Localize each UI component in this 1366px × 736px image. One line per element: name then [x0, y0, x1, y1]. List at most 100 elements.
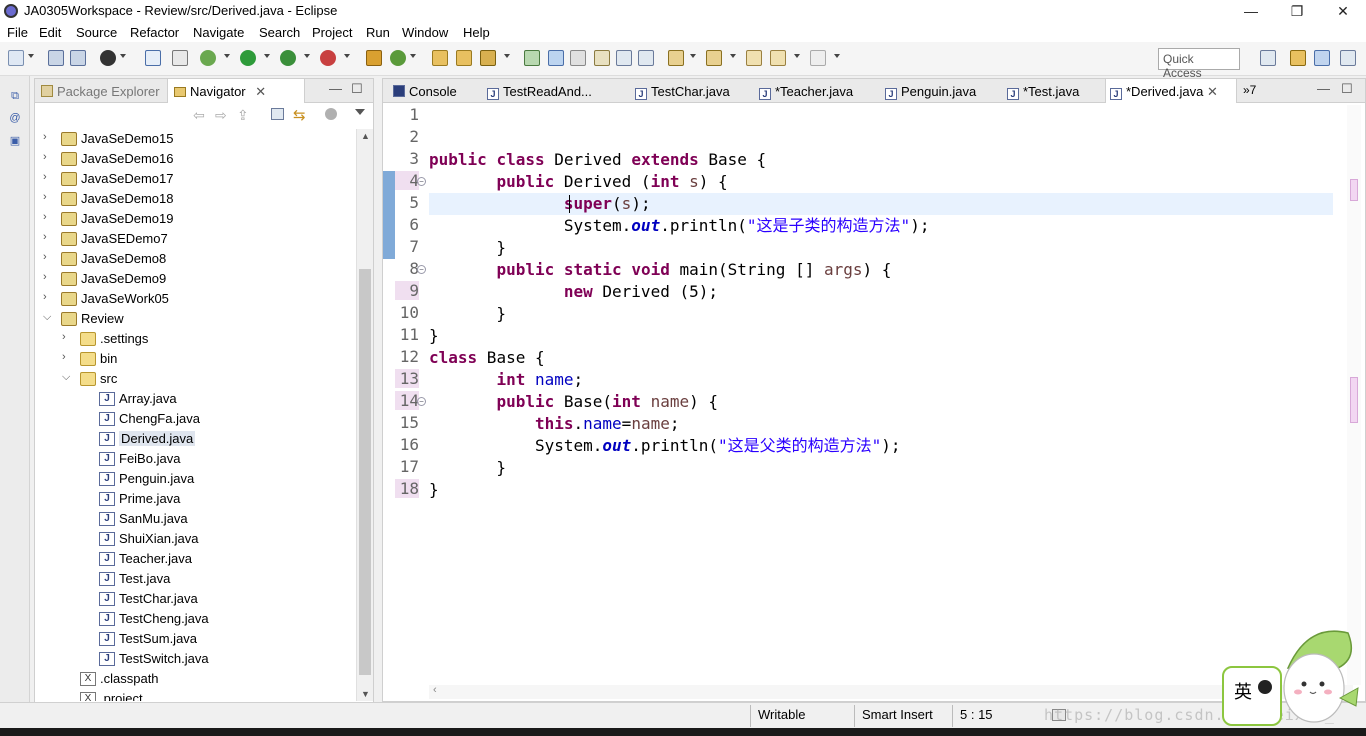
user-icon[interactable] [100, 50, 116, 66]
code-line[interactable]: } [429, 325, 439, 347]
tab-overflow-button[interactable]: »7 [1243, 83, 1256, 97]
java-ee-perspective-icon[interactable] [1290, 50, 1306, 66]
code-line[interactable]: } [429, 479, 439, 501]
code-line[interactable]: new Derived (5); [429, 281, 718, 303]
new-class-icon[interactable] [390, 50, 406, 66]
chevron-right-icon[interactable]: › [43, 151, 47, 163]
menu-source[interactable]: Source [76, 25, 117, 40]
minimize-view-icon[interactable]: — [329, 81, 342, 96]
chevron-down-icon[interactable] [834, 54, 840, 58]
menu-search[interactable]: Search [259, 25, 300, 40]
terminal-icon[interactable] [145, 50, 161, 66]
tab-package-explorer[interactable]: Package Explorer [41, 79, 160, 103]
ime-indicator[interactable]: 英 [1222, 666, 1282, 726]
menu-help[interactable]: Help [463, 25, 490, 40]
code-line[interactable]: System.out.println("这是子类的构造方法"); [429, 215, 930, 237]
occurrence-marker[interactable] [1350, 179, 1358, 201]
menu-file[interactable]: File [7, 25, 28, 40]
chevron-right-icon[interactable]: › [43, 231, 47, 243]
code-line[interactable]: this.name=name; [429, 413, 680, 435]
link-with-editor-icon[interactable]: ⇆ [293, 106, 306, 124]
save-all-icon[interactable] [70, 50, 86, 66]
mark-occurrences-icon[interactable] [548, 50, 564, 66]
next-annotation-icon[interactable] [668, 50, 684, 66]
code-line[interactable]: int name; [429, 369, 583, 391]
close-icon[interactable]: ✕ [1203, 84, 1218, 99]
fold-toggle-icon[interactable]: − [417, 265, 426, 274]
open-perspective-icon[interactable] [1260, 50, 1276, 66]
open-folder-icon[interactable] [456, 50, 472, 66]
editor-tab[interactable]: J Penguin.java [881, 79, 1001, 103]
up-folder-icon[interactable]: ⇪ [237, 107, 249, 124]
chevron-right-icon[interactable]: › [43, 191, 47, 203]
open-type-icon[interactable] [432, 50, 448, 66]
chevron-down-icon[interactable] [28, 54, 34, 58]
maximize-view-icon[interactable]: ☐ [1341, 81, 1353, 97]
javadoc-icon[interactable]: @ [8, 112, 22, 126]
chevron-down-icon[interactable]: ⌵ [62, 371, 70, 384]
chevron-down-icon[interactable] [120, 54, 126, 58]
chevron-right-icon[interactable]: › [62, 331, 66, 343]
menu-window[interactable]: Window [402, 25, 448, 40]
back-icon[interactable] [770, 50, 786, 66]
chevron-down-icon[interactable] [730, 54, 736, 58]
chevron-right-icon[interactable]: › [62, 351, 66, 363]
view-menu-icon[interactable] [355, 109, 365, 115]
back-arrow-icon[interactable]: ⇦ [193, 107, 205, 124]
code-line[interactable]: public class Derived extends Base { [429, 149, 766, 171]
overview-ruler[interactable] [1347, 105, 1361, 685]
editor-tab[interactable]: Console [389, 79, 481, 103]
code-area[interactable]: public class Derived extends Base { publ… [429, 105, 1333, 685]
code-line[interactable]: public static void main(String [] args) … [429, 259, 891, 281]
code-line[interactable]: System.out.println("这是父类的构造方法"); [429, 435, 901, 457]
forward-icon[interactable] [810, 50, 826, 66]
new-java-project-icon[interactable] [366, 50, 382, 66]
editor-tab[interactable]: J *Test.java [1003, 79, 1103, 103]
minimize-view-icon[interactable]: — [1317, 81, 1330, 96]
chevron-right-icon[interactable]: › [43, 271, 47, 283]
editor-tab[interactable]: J TestChar.java [631, 79, 753, 103]
restore-button[interactable]: ❐ [1274, 0, 1320, 22]
code-line[interactable]: public Base(int name) { [429, 391, 718, 413]
save-icon[interactable] [48, 50, 64, 66]
annotation-icon[interactable] [524, 50, 540, 66]
java-perspective-icon[interactable] [1314, 50, 1330, 66]
chevron-down-icon[interactable] [690, 54, 696, 58]
code-line[interactable]: public Derived (int s) { [429, 171, 727, 193]
debug-icon[interactable] [200, 50, 216, 66]
code-line[interactable]: super(s); [429, 193, 651, 215]
editor-tab[interactable]: J TestReadAnd... [483, 79, 629, 103]
run-icon[interactable] [240, 50, 256, 66]
chevron-down-icon[interactable]: ⌵ [43, 311, 51, 324]
chevron-down-icon[interactable] [264, 54, 270, 58]
navigator-scrollbar[interactable]: ▲ ▼ [356, 129, 373, 701]
chevron-right-icon[interactable]: › [43, 291, 47, 303]
chevron-down-icon[interactable] [224, 54, 230, 58]
chevron-down-icon[interactable] [304, 54, 310, 58]
fold-toggle-icon[interactable]: − [417, 397, 426, 406]
restore-view-icon[interactable]: ⧉ [8, 90, 22, 104]
search-icon[interactable] [480, 50, 496, 66]
filter-icon[interactable] [325, 108, 337, 120]
minimize-button[interactable]: — [1228, 0, 1274, 22]
menu-edit[interactable]: Edit [39, 25, 61, 40]
chevron-down-icon[interactable] [794, 54, 800, 58]
scrollbar-thumb[interactable] [359, 269, 371, 675]
scroll-left-icon[interactable]: ‹ [433, 684, 437, 696]
word-wrap-icon[interactable] [594, 50, 610, 66]
previous-annotation-icon[interactable] [706, 50, 722, 66]
maximize-view-icon[interactable]: ☐ [351, 81, 363, 97]
coverage-icon[interactable] [280, 50, 296, 66]
pilcrow-icon[interactable] [638, 50, 654, 66]
chevron-right-icon[interactable]: › [43, 211, 47, 223]
chevron-right-icon[interactable]: › [43, 131, 47, 143]
scroll-up-icon[interactable]: ▲ [361, 131, 370, 141]
menu-project[interactable]: Project [312, 25, 352, 40]
skip-breakpoints-icon[interactable] [172, 50, 188, 66]
chevron-down-icon[interactable] [344, 54, 350, 58]
close-icon[interactable]: ✕ [255, 84, 266, 99]
scroll-down-icon[interactable]: ▼ [361, 689, 370, 699]
chevron-right-icon[interactable]: › [43, 171, 47, 183]
forward-arrow-icon[interactable]: ⇨ [215, 107, 227, 124]
menu-refactor[interactable]: Refactor [130, 25, 179, 40]
